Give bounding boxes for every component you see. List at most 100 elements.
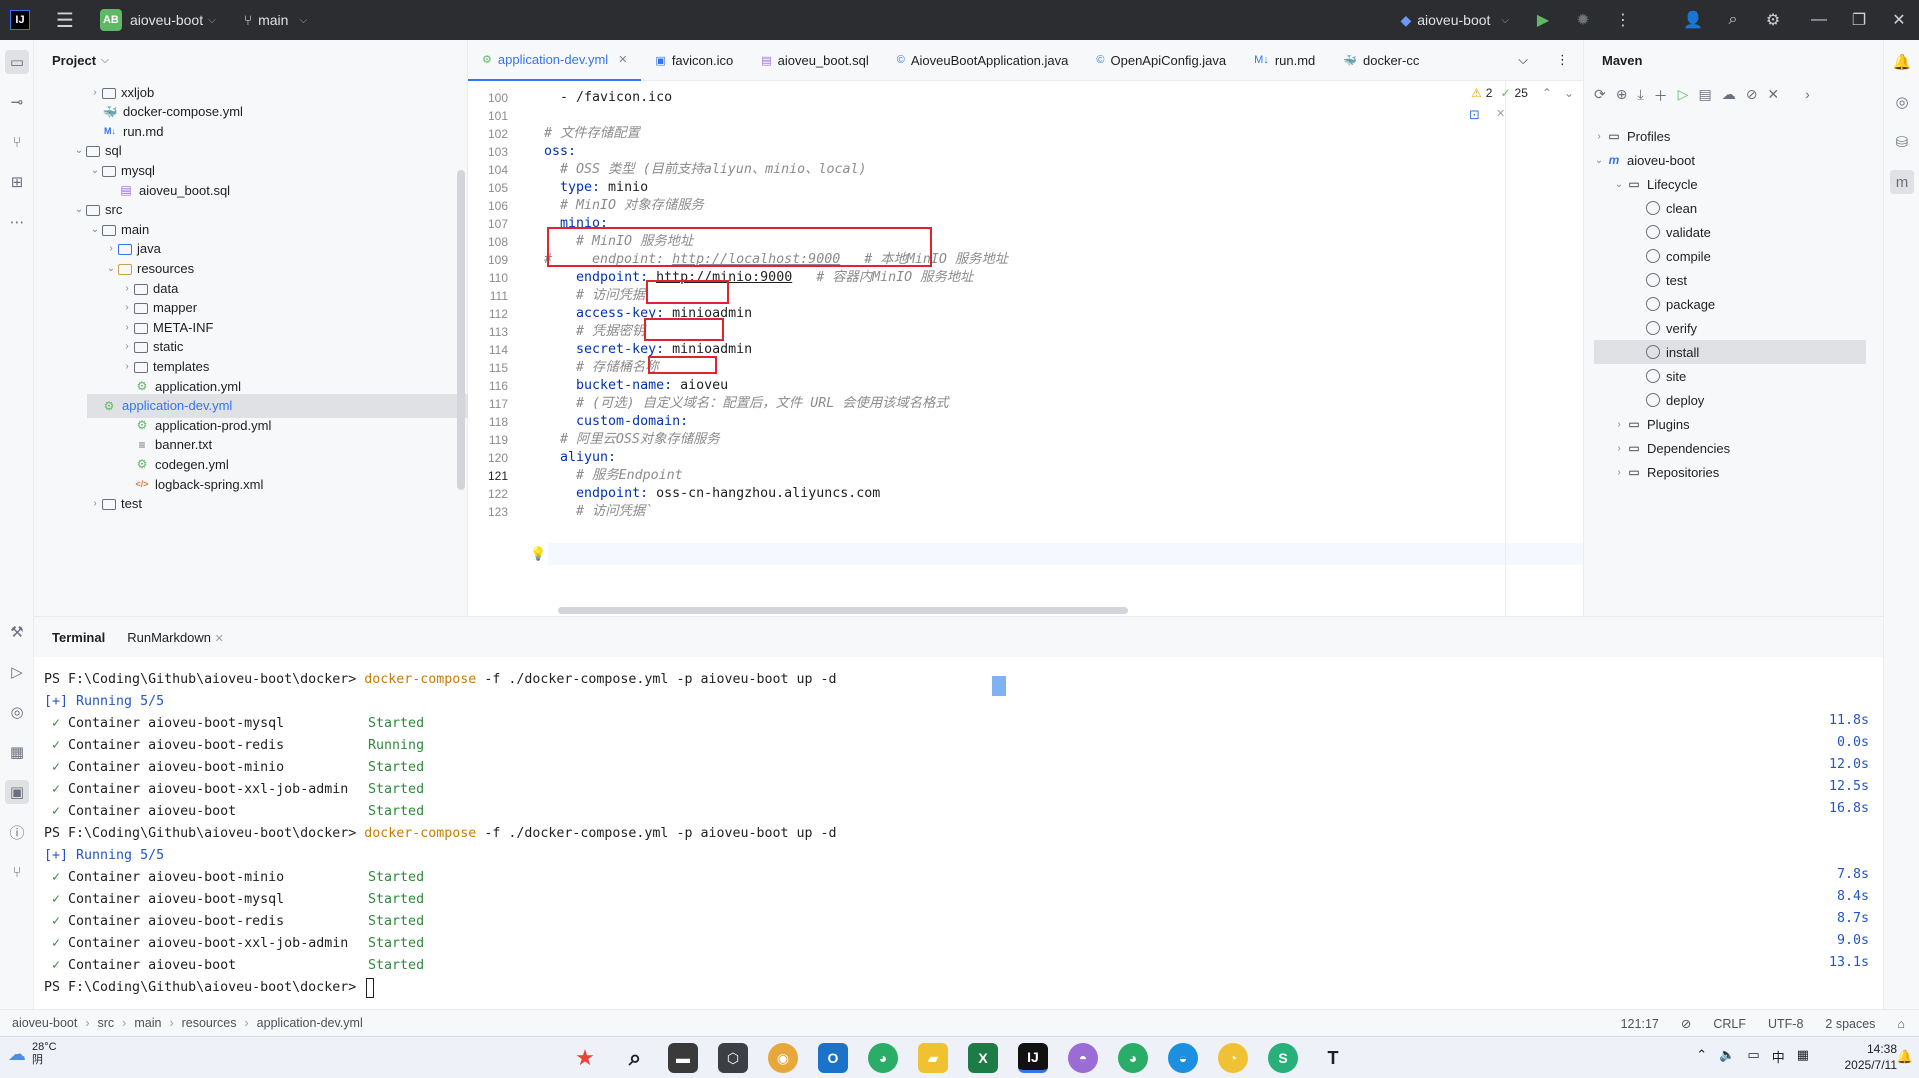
docker-icon[interactable]: ◒ [1168,1043,1198,1073]
more-icon[interactable]: › [1805,86,1810,106]
tabs-dropdown-icon[interactable]: ⌵ [1504,40,1542,81]
reader-mode-icon[interactable]: ⊡ [1469,107,1480,123]
expand-arrow-icon[interactable]: › [120,322,134,333]
readonly-toggle-icon[interactable]: ⌂ [1897,1017,1905,1031]
tab-options-icon[interactable]: ⋮ [1542,40,1583,81]
download-icon[interactable]: ⤓ [1637,86,1643,106]
expand-arrow-icon[interactable]: ⌄ [1612,179,1626,190]
show-hidden-icons-icon[interactable]: ⌃ [1696,1047,1707,1066]
minimize-window-icon[interactable]: — [1799,0,1839,40]
notifications-bell-icon[interactable]: 🔔 [1890,50,1914,74]
indent-setting[interactable]: 2 spaces [1825,1017,1875,1031]
run-configuration-selector[interactable]: ◆ aioveu-boot ⌵ [1400,12,1509,29]
expand-arrow-icon[interactable]: ⌄ [72,145,86,156]
search-icon[interactable]: ⌕ [620,1043,650,1073]
expand-arrow-icon[interactable]: › [120,361,134,372]
expand-arrow-icon[interactable]: › [1612,467,1626,478]
database-icon[interactable]: ⛁ [1890,130,1914,154]
maven-tree-item[interactable]: › ▭ Dependencies [1612,436,1730,460]
breadcrumb-item[interactable]: main [134,1016,161,1030]
maven-goal[interactable]: compile [1646,244,1711,268]
terminal-tool-window[interactable]: Terminal RunMarkdown ✕ PS F:\Coding\Gith… [34,616,1883,1009]
editor-tab[interactable]: 🐳 docker-cc [1329,40,1433,81]
more-actions-icon[interactable]: ⋮ [1603,0,1643,40]
intellij-taskbar-icon[interactable]: IJ [1018,1043,1048,1073]
outlook-icon[interactable]: O [818,1043,848,1073]
project-badge[interactable]: AB [99,9,122,31]
close-popup-icon[interactable]: ✕ [1496,107,1505,120]
ai-assistant-icon[interactable]: ◎ [1890,90,1914,114]
prev-highlight-icon[interactable]: ⌃ [1542,86,1552,100]
expand-arrow-icon[interactable]: › [88,87,102,98]
maven-icon[interactable]: m [1890,170,1914,194]
breadcrumb-item[interactable]: application-dev.yml [257,1016,363,1030]
editor-tab[interactable]: © OpenApiConfig.java [1082,40,1240,81]
expand-arrow-icon[interactable]: ⌄ [88,224,102,235]
file-encoding[interactable]: UTF-8 [1768,1017,1803,1031]
expand-arrow-icon[interactable]: ⌄ [88,165,102,176]
excel-tool-icon[interactable]: ▦ [5,740,29,764]
speaker-icon[interactable]: 🔈 [1719,1047,1735,1066]
cube-app-icon[interactable]: ⬡ [718,1043,748,1073]
search-icon[interactable]: ⌕ [1713,0,1753,40]
project-tool-icon[interactable]: ▭ [5,50,29,74]
expand-arrow-icon[interactable]: › [1612,443,1626,454]
star-app-icon[interactable]: ★ [570,1043,600,1073]
weather-widget[interactable]: ☁ 28°C 阴 [8,1041,57,1067]
maven-tree-item[interactable]: › ▭ Repositories [1612,460,1719,484]
services-icon[interactable]: ◎ [5,700,29,724]
cat-app-icon[interactable]: ◓ [1068,1043,1098,1073]
expand-arrow-icon[interactable]: › [88,498,102,509]
runmarkdown-tab[interactable]: RunMarkdown ✕ [127,630,224,645]
add-icon[interactable]: ＋ [1654,86,1668,106]
line-ending[interactable]: CRLF [1713,1017,1746,1031]
collapse-icon[interactable]: ✕ [1767,86,1779,106]
reload-icon[interactable]: ⟳ [1594,86,1606,106]
maven-goal[interactable]: validate [1646,220,1711,244]
maven-goal[interactable]: verify [1646,316,1697,340]
terminal-tool-icon[interactable]: ▣ [5,780,29,804]
typora-icon[interactable]: T [1318,1043,1348,1073]
add-folder-icon[interactable]: ⊕ [1616,86,1628,106]
breadcrumb-item[interactable]: resources [182,1016,237,1030]
keyboard-grid-icon[interactable]: ▦ [1797,1047,1809,1066]
wechat-icon[interactable]: ◕ [868,1043,898,1073]
maven-goal[interactable]: clean [1646,196,1697,220]
pull-requests-icon[interactable]: ⑂ [5,130,29,154]
expand-arrow-icon[interactable]: › [120,341,134,352]
display-icon[interactable]: ▭ [1747,1047,1759,1066]
expand-arrow-icon[interactable]: ⌄ [1592,155,1606,166]
breadcrumb-item[interactable]: aioveu-boot [12,1016,77,1030]
maven-tree-item[interactable]: ⌄ ▭ Lifecycle [1612,172,1698,196]
expand-arrow-icon[interactable]: › [1592,131,1606,142]
expand-arrow-icon[interactable]: › [120,283,134,294]
editor-tab[interactable]: M↓ run.md [1240,40,1329,81]
intellij-logo-icon[interactable]: IJ [10,10,30,30]
main-menu-icon[interactable]: ☰ [56,8,74,33]
maven-tree-item[interactable]: ⌄ m aioveu-boot [1592,148,1695,172]
close-window-icon[interactable]: ✕ [1879,0,1919,40]
more-tools-icon[interactable]: ⋯ [5,210,29,234]
code-editor[interactable]: 100 101 102 103 104 105 106 107 108 109 110 111 112 1… [468,81,1583,616]
maven-tree-item[interactable]: › ▭ Profiles [1592,124,1670,148]
excel-icon[interactable]: X [968,1043,998,1073]
editor-tab[interactable]: ▤ aioveu_boot.sql [747,40,882,81]
editor-tab[interactable]: ▣ favicon.ico [641,40,747,81]
file-explorer-icon[interactable]: ▰ [918,1043,948,1073]
offline-mode-icon[interactable]: ☁ [1722,86,1736,106]
structure-icon[interactable]: ⊞ [5,170,29,194]
run-tool-icon[interactable]: ▷ [5,660,29,684]
execute-icon[interactable]: ▤ [1698,86,1711,106]
ime-mode[interactable]: 中 [1772,1047,1785,1066]
expand-arrow-icon[interactable]: ⌄ [104,263,118,274]
commit-tool-icon[interactable]: ⊸ [5,90,29,114]
maven-goal[interactable]: install [1594,340,1866,364]
tree-item[interactable]: › test [88,492,142,516]
expand-arrow-icon[interactable]: › [104,243,118,254]
project-panel-title[interactable]: Project ⌵ [34,40,467,80]
maven-tree-item[interactable]: › ▭ Plugins [1612,412,1689,436]
task-view-icon[interactable]: ▬ [668,1043,698,1073]
git-tool-icon[interactable]: ⑂ [5,860,29,884]
run-icon[interactable]: ▶ [1523,0,1563,40]
green-app-icon[interactable]: S [1268,1043,1298,1073]
